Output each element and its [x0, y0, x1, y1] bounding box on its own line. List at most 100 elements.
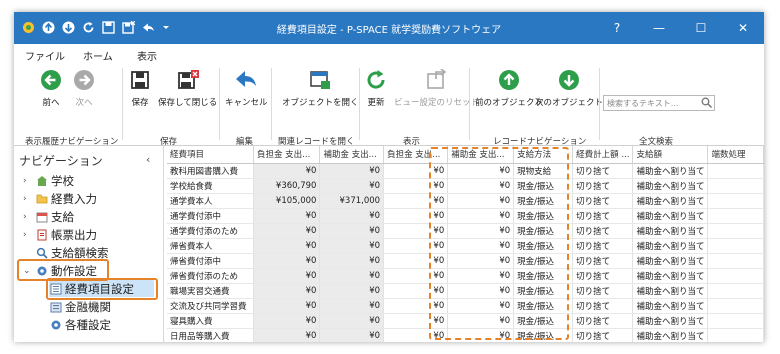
prev-object-button[interactable]: 前のオブジェクト — [475, 69, 543, 108]
table-cell[interactable]: ¥0 — [253, 328, 321, 342]
nav-item-expense-input[interactable]: › 経費入力 — [23, 190, 97, 207]
table-cell[interactable] — [707, 283, 764, 299]
table-cell[interactable] — [707, 193, 764, 209]
table-cell[interactable]: ¥0 — [319, 223, 385, 239]
table-cell[interactable]: 補助金へ割り当て — [632, 298, 709, 314]
table-cell[interactable]: 切り捨て — [572, 208, 634, 224]
table-cell[interactable]: 帰省費付添のため — [167, 268, 254, 284]
cancel-button[interactable]: キャンセル — [225, 69, 268, 108]
table-cell[interactable]: ¥360,790 — [253, 178, 321, 194]
table-cell[interactable]: ¥0 — [319, 298, 385, 314]
table-cell[interactable]: 切り捨て — [572, 223, 634, 239]
table-cell[interactable]: 補助金へ割り当て — [632, 238, 709, 254]
table-cell[interactable] — [707, 163, 764, 179]
table-cell[interactable] — [707, 313, 764, 329]
table-cell[interactable]: ¥371,000 — [319, 193, 385, 209]
refresh-button[interactable]: 更新 — [365, 69, 387, 108]
table-cell[interactable]: ¥0 — [253, 238, 321, 254]
table-cell[interactable]: ¥0 — [253, 313, 321, 329]
table-cell[interactable]: 教科用図書購入費 — [167, 163, 254, 179]
nav-item-misc-settings[interactable]: 各種設定 — [49, 316, 111, 333]
table-cell[interactable]: 補助金へ割り当て — [632, 283, 709, 299]
expand-icon[interactable]: › — [23, 194, 35, 204]
table-cell[interactable]: ¥0 — [319, 208, 385, 224]
table-cell[interactable]: ¥0 — [253, 268, 321, 284]
help-button[interactable]: ? — [596, 12, 638, 44]
table-cell[interactable]: 切り捨て — [572, 253, 634, 269]
table-cell[interactable]: ¥0 — [319, 283, 385, 299]
save-button[interactable]: 保存 — [129, 69, 151, 108]
table-cell[interactable]: ¥0 — [253, 253, 321, 269]
table-cell[interactable]: ¥0 — [319, 328, 385, 342]
table-cell[interactable] — [707, 328, 764, 342]
table-cell[interactable]: 通学費付添のため — [167, 223, 254, 239]
table-cell[interactable] — [707, 223, 764, 239]
collapse-nav-button[interactable]: ‹ — [146, 153, 150, 166]
table-cell[interactable]: 帰省費付添中 — [167, 253, 254, 269]
column-header[interactable]: 経費計上額 ... — [572, 146, 634, 164]
column-header[interactable]: 支給額 — [632, 146, 709, 164]
forward-button[interactable]: 次へ — [73, 69, 95, 108]
table-cell[interactable]: 補助金へ割り当て — [632, 268, 709, 284]
table-cell[interactable]: 切り捨て — [572, 268, 634, 284]
table-cell[interactable]: ¥0 — [319, 178, 385, 194]
close-button[interactable]: ✕ — [722, 12, 764, 44]
table-cell[interactable]: 補助金へ割り当て — [632, 193, 709, 209]
column-header[interactable]: 経費項目 — [167, 146, 254, 164]
table-cell[interactable]: 補助金へ割り当て — [632, 328, 709, 342]
table-cell[interactable]: ¥0 — [319, 253, 385, 269]
table-cell[interactable]: ¥0 — [253, 163, 321, 179]
open-object-button[interactable]: オブジェクトを開く — [282, 69, 359, 108]
table-cell[interactable]: 切り捨て — [572, 238, 634, 254]
table-cell[interactable]: ¥0 — [319, 313, 385, 329]
table-cell[interactable]: 通学費本人 — [167, 193, 254, 209]
table-cell[interactable]: 補助金へ割り当て — [632, 253, 709, 269]
table-cell[interactable]: ¥0 — [319, 163, 385, 179]
table-cell[interactable]: 切り捨て — [572, 283, 634, 299]
table-cell[interactable]: 通学費付添中 — [167, 208, 254, 224]
table-cell[interactable]: 切り捨て — [572, 163, 634, 179]
table-cell[interactable]: 切り捨て — [572, 298, 634, 314]
table-cell[interactable]: 補助金へ割り当て — [632, 178, 709, 194]
table-cell[interactable]: ¥0 — [253, 298, 321, 314]
table-cell[interactable] — [707, 238, 764, 254]
table-cell[interactable]: 補助金へ割り当て — [632, 223, 709, 239]
table-cell[interactable] — [707, 268, 764, 284]
tab-view[interactable]: 表示 — [137, 48, 157, 63]
table-cell[interactable]: ¥0 — [253, 208, 321, 224]
table-cell[interactable]: 寝具購入費 — [167, 313, 254, 329]
table-cell[interactable]: 補助金へ割り当て — [632, 163, 709, 179]
minimize-button[interactable]: — — [638, 12, 680, 44]
column-header[interactable]: 端数処理 — [707, 146, 764, 164]
table-cell[interactable]: 切り捨て — [572, 328, 634, 342]
table-cell[interactable]: 日用品等購入費 — [167, 328, 254, 342]
table-cell[interactable]: 交流及び共同学習費 — [167, 298, 254, 314]
table-cell[interactable] — [707, 298, 764, 314]
maximize-button[interactable]: ☐ — [680, 12, 722, 44]
table-cell[interactable]: ¥0 — [319, 268, 385, 284]
table-cell[interactable]: 補助金へ割り当て — [632, 208, 709, 224]
nav-item-payment[interactable]: › 支給 — [23, 208, 74, 225]
search-input[interactable]: 検索するテキスト... — [603, 95, 715, 111]
table-cell[interactable]: 切り捨て — [572, 193, 634, 209]
expand-icon[interactable]: › — [23, 176, 35, 186]
view-reset-button[interactable]: ビュー設定のリセット — [394, 69, 479, 108]
table-cell[interactable] — [707, 208, 764, 224]
tab-file[interactable]: ファイル — [25, 48, 65, 63]
nav-item-school[interactable]: › 学校 — [23, 172, 74, 189]
next-object-button[interactable]: 次のオブジェクト — [535, 69, 603, 108]
column-header[interactable]: 負担金 支出... — [253, 146, 321, 164]
back-button[interactable]: 前へ — [40, 69, 62, 108]
table-cell[interactable]: ¥105,000 — [253, 193, 321, 209]
column-header[interactable]: 補助金 支出... — [319, 146, 385, 164]
table-cell[interactable]: 学校給食費 — [167, 178, 254, 194]
table-cell[interactable] — [707, 178, 764, 194]
table-cell[interactable] — [707, 253, 764, 269]
table-cell[interactable]: 切り捨て — [572, 313, 634, 329]
table-cell[interactable]: 帰省費本人 — [167, 238, 254, 254]
expand-icon[interactable]: › — [23, 230, 35, 240]
expand-icon[interactable]: › — [23, 212, 35, 222]
table-cell[interactable]: 職場実習交通費 — [167, 283, 254, 299]
table-cell[interactable]: 切り捨て — [572, 178, 634, 194]
nav-item-financial-institution[interactable]: 金融機関 — [49, 298, 111, 315]
